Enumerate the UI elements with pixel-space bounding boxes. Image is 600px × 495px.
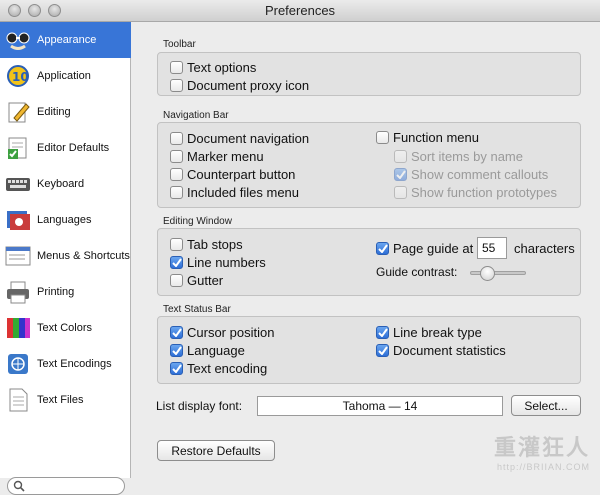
line-break-type-checkbox[interactable]: Line break type [376, 325, 482, 340]
tab-stops-checkbox[interactable]: Tab stops [170, 237, 243, 252]
guide-contrast-slider[interactable] [470, 271, 526, 275]
pencil-icon [5, 99, 31, 125]
sidebar-item-label: Keyboard [37, 178, 85, 190]
document-statistics-checkbox[interactable]: Document statistics [376, 343, 506, 358]
cursor-position-checkbox[interactable]: Cursor position [170, 325, 274, 340]
svg-text:10: 10 [12, 70, 29, 84]
page-guide-column-field[interactable]: 55 [477, 237, 507, 259]
guide-contrast-slider-knob[interactable] [479, 266, 495, 281]
text-status-bar-group: Cursor position Language Text encoding L… [157, 316, 581, 384]
appearance-pane: Toolbar Text options Document proxy icon… [131, 22, 600, 478]
sidebar-item-label: Languages [37, 214, 92, 226]
search-field[interactable] [7, 477, 125, 495]
colors-icon [5, 315, 31, 341]
text-options-checkbox[interactable]: Text options [170, 60, 256, 75]
watermark-url: http://BRIIAN.COM [496, 462, 590, 472]
sidebar-item-label: Printing [37, 286, 75, 298]
languages-icon [5, 207, 31, 233]
sidebar-item-label: Editor Defaults [37, 142, 110, 154]
mask-icon [5, 27, 31, 53]
language-checkbox[interactable]: Language [170, 343, 245, 358]
keyboard-icon [5, 171, 31, 197]
navigation-bar-group-title: Navigation Bar [163, 110, 229, 121]
search-icon [13, 480, 25, 495]
toolbar-group-title: Toolbar [163, 39, 196, 50]
document-check-icon [5, 135, 31, 161]
sidebar-item-keyboard[interactable]: Keyboard [0, 166, 131, 202]
included-files-menu-checkbox[interactable]: Included files menu [170, 185, 299, 200]
function-menu-checkbox[interactable]: Function menu [376, 130, 479, 145]
sidebar-item-label: Text Files [37, 394, 84, 406]
gutter-checkbox[interactable]: Gutter [170, 273, 223, 288]
sidebar-item-label: Appearance [37, 34, 97, 46]
printer-icon [5, 279, 31, 305]
toolbar-group: Text options Document proxy icon [157, 52, 581, 96]
menus-icon [5, 243, 31, 269]
title-bar: Preferences [0, 0, 600, 22]
checkbox-box[interactable] [170, 79, 183, 92]
sidebar-item-editing[interactable]: Editing [0, 94, 131, 130]
sidebar-item-text-encodings[interactable]: Text Encodings [0, 346, 131, 382]
document-proxy-icon-checkbox[interactable]: Document proxy icon [170, 78, 309, 93]
window-title: Preferences [264, 3, 336, 18]
sidebar-item-label: Menus & Shortcuts [37, 250, 130, 262]
watermark-title: 重灌狂人 [493, 435, 590, 460]
editing-window-group-title: Editing Window [163, 216, 232, 227]
sidebar-item-label: Editing [37, 106, 71, 118]
restore-defaults-button[interactable]: Restore Defaults [157, 440, 275, 461]
sidebar-item-menus-shortcuts[interactable]: Menus & Shortcuts [0, 238, 131, 274]
select-font-button[interactable]: Select... [511, 395, 581, 416]
sidebar-item-label: Application [37, 70, 91, 82]
checkbox-box[interactable] [170, 61, 183, 74]
globe-icon [5, 351, 31, 377]
text-encoding-checkbox[interactable]: Text encoding [170, 361, 267, 376]
guide-contrast-label: Guide contrast: [376, 265, 458, 279]
sidebar-item-text-colors[interactable]: Text Colors [0, 310, 131, 346]
preferences-window: Preferences Appearance 10 Application Ed… [0, 0, 600, 495]
watermark: 重灌狂人 http://BRIIAN.COM [494, 430, 590, 472]
navigation-bar-group: Document navigation Marker menu Counterp… [157, 122, 581, 208]
page-guide-suffix: characters [514, 241, 575, 256]
counterpart-button-checkbox[interactable]: Counterpart button [170, 167, 295, 182]
show-function-prototypes-checkbox[interactable]: Show function prototypes [394, 185, 557, 200]
marker-menu-checkbox[interactable]: Marker menu [170, 149, 264, 164]
sidebar-item-text-files[interactable]: Text Files [0, 382, 131, 418]
show-comment-callouts-checkbox[interactable]: Show comment callouts [394, 167, 548, 182]
sort-items-by-name-checkbox[interactable]: Sort items by name [394, 149, 523, 164]
list-display-font-label: List display font: [156, 399, 243, 413]
sidebar-item-languages[interactable]: Languages [0, 202, 131, 238]
sidebar-item-editor-defaults[interactable]: Editor Defaults [0, 130, 131, 166]
app-icon: 10 [5, 63, 31, 89]
sidebar-item-appearance[interactable]: Appearance [0, 22, 131, 58]
list-display-font-field: Tahoma — 14 [257, 396, 503, 416]
sidebar-item-label: Text Colors [37, 322, 93, 334]
document-navigation-checkbox[interactable]: Document navigation [170, 131, 309, 146]
line-numbers-checkbox[interactable]: Line numbers [170, 255, 266, 270]
page-guide-checkbox[interactable]: Page guide at [376, 241, 473, 256]
editing-window-group: Tab stops Line numbers Gutter Page guide… [157, 228, 581, 296]
text-status-bar-group-title: Text Status Bar [163, 304, 231, 315]
sidebar-item-printing[interactable]: Printing [0, 274, 131, 310]
sidebar: Appearance 10 Application Editing Editor… [0, 22, 131, 495]
sidebar-item-application[interactable]: 10 Application [0, 58, 131, 94]
text-file-icon [5, 387, 31, 413]
sidebar-item-label: Text Encodings [37, 358, 112, 370]
